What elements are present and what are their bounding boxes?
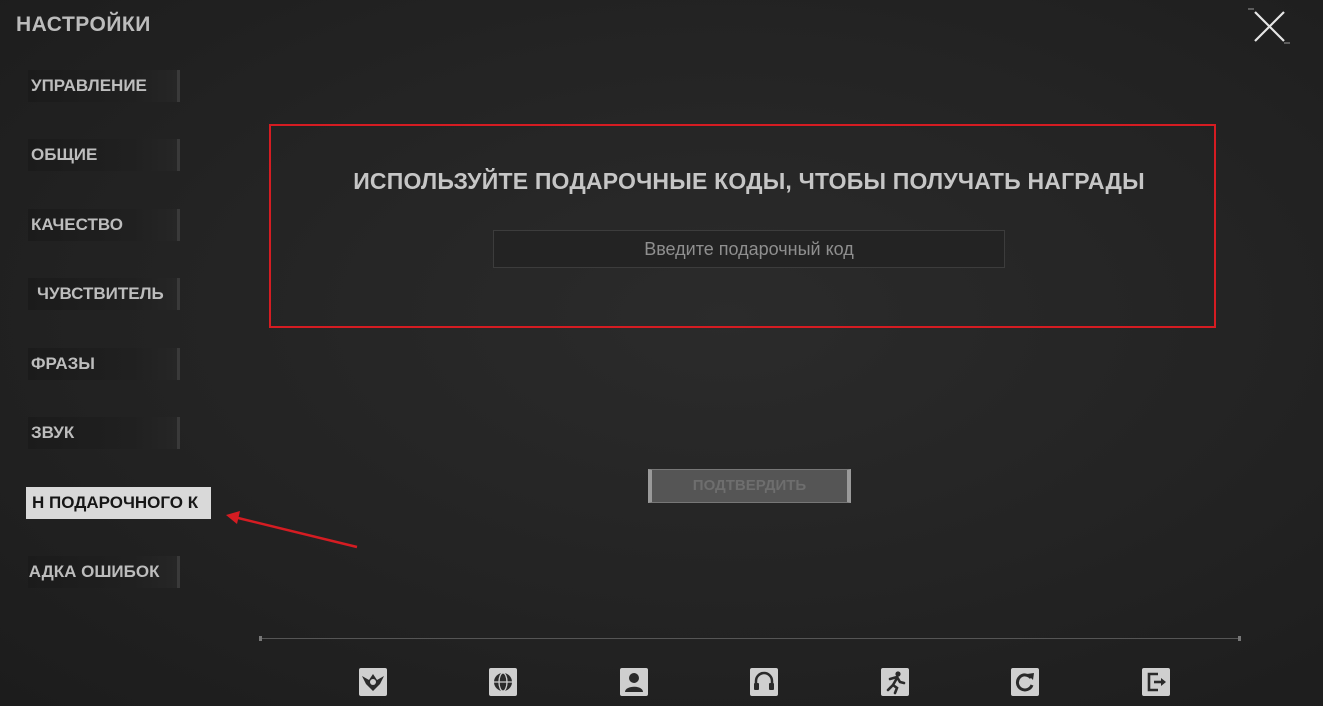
sidebar-item-controls[interactable]: УПРАВЛЕНИЕ (28, 70, 180, 102)
annotation-arrow (226, 511, 358, 549)
sidebar-item-phrases[interactable]: ФРАЗЫ (28, 348, 180, 380)
sidebar-item-label: УПРАВЛЕНИЕ (31, 76, 147, 95)
exit-button[interactable] (1142, 668, 1170, 696)
globe-icon (494, 672, 512, 692)
confirm-button[interactable]: ПОДТВЕРДИТЬ (648, 469, 851, 503)
gift-code-heading: ИСПОЛЬЗУЙТЕ ПОДАРОЧНЫЕ КОДЫ, ЧТОБЫ ПОЛУЧ… (353, 168, 1145, 194)
sidebar-item-label: Н ПОДАРОЧНОГО К (32, 493, 199, 512)
bottom-divider (259, 636, 1241, 641)
page-title: НАСТРОЙКИ (16, 13, 151, 36)
emblem-button[interactable] (359, 668, 387, 696)
gift-code-panel: ИСПОЛЬЗУЙТЕ ПОДАРОЧНЫЕ КОДЫ, ЧТОБЫ ПОЛУЧ… (269, 124, 1216, 328)
profile-button[interactable] (620, 668, 648, 696)
sidebar-item-bug-report[interactable]: ІАДКА ОШИБОК (28, 556, 180, 588)
support-button[interactable] (750, 668, 778, 696)
sidebar-item-general[interactable]: ОБЩИЕ (28, 139, 180, 171)
sidebar-item-sensitivity[interactable]: ЧУВСТВИТЕЛЬ (28, 278, 180, 310)
runner-icon (886, 671, 906, 695)
sidebar-item-label: ЗВУК (31, 423, 75, 442)
sidebar-item-label: ІАДКА ОШИБОК (28, 562, 160, 581)
exit-icon (1147, 672, 1166, 692)
refresh-icon (1016, 673, 1034, 692)
language-button[interactable] (489, 668, 517, 696)
sidebar-item-label: КАЧЕСТВО (31, 215, 123, 234)
headset-icon (754, 671, 774, 690)
sidebar-item-label: ЧУВСТВИТЕЛЬ (37, 284, 164, 303)
activity-button[interactable] (881, 668, 909, 696)
emblem-icon (362, 674, 384, 691)
close-icon (1248, 8, 1290, 44)
gift-code-input[interactable] (493, 230, 1005, 268)
sidebar-item-gift-code[interactable]: Н ПОДАРОЧНОГО К (26, 487, 211, 519)
sidebar-item-label: ФРАЗЫ (31, 354, 95, 373)
user-icon (625, 673, 643, 692)
sidebar-item-label: ОБЩИЕ (31, 145, 98, 164)
close-button[interactable] (1246, 5, 1292, 47)
restart-button[interactable] (1011, 668, 1039, 696)
sidebar-item-quality[interactable]: КАЧЕСТВО (28, 209, 180, 241)
sidebar-item-sound[interactable]: ЗВУК (28, 417, 180, 449)
